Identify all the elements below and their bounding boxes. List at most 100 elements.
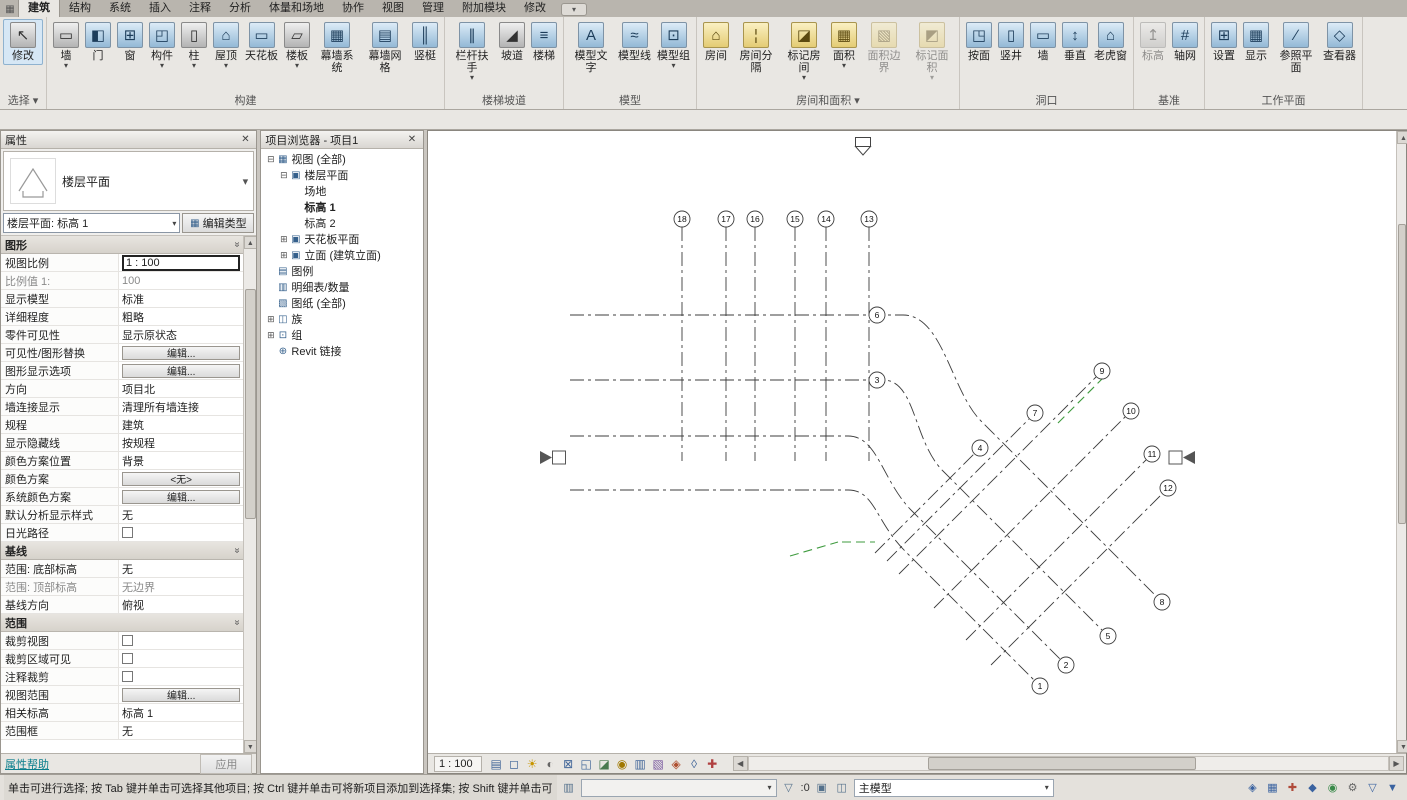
temporary-view-properties-icon[interactable]: ▧ [650,755,667,772]
checkbox[interactable] [122,653,133,664]
property-value[interactable]: 按规程 [119,434,243,451]
ribbon-button-4-3[interactable]: ▦面积▾ [828,19,860,73]
ribbon-button-5-4[interactable]: ⌂老虎窗 [1091,19,1130,65]
property-section-header[interactable]: 范围« [1,614,243,632]
edit-button[interactable]: 编辑... [122,490,240,504]
value-input[interactable]: 1 : 100 [122,255,240,271]
ribbon-group-label[interactable]: 选择 ▾ [1,94,45,109]
dropdown-arrow-icon[interactable]: ▾ [295,62,299,70]
property-value[interactable]: 无边界 [119,578,243,595]
property-section-header[interactable]: 图形« [1,236,243,254]
ribbon-button-7-3[interactable]: ◇查看器 [1320,19,1359,65]
property-value[interactable]: 标准 [119,290,243,307]
ribbon-button-1-10[interactable]: ║竖梃 [409,19,441,65]
dropdown-arrow-icon[interactable]: ▾ [802,74,806,82]
dropdown-arrow-icon[interactable]: ▾ [160,62,164,70]
dropdown-arrow-icon[interactable]: ▾ [224,62,228,70]
filter-toggle-icon[interactable]: ▼ [1384,779,1401,796]
ribbon-button-2-2[interactable]: ≡楼梯 [528,19,560,65]
scrollbar-thumb[interactable] [245,289,256,519]
ribbon-button-4-1[interactable]: ¦房间分隔 [732,19,780,77]
tree-item-2[interactable]: 场地 [261,183,423,199]
displacement-sets-icon[interactable]: ◊ [686,755,703,772]
property-value[interactable] [119,524,243,541]
reference-plane-line[interactable] [790,542,838,556]
left-elevation-marker[interactable] [540,451,566,464]
scrollbar-thumb[interactable] [1398,224,1406,524]
ribbon-button-1-7[interactable]: ▱楼板▾ [281,19,313,73]
tree-item-7[interactable]: ▤图例 [261,263,423,279]
property-value[interactable] [119,668,243,685]
workset-combo[interactable]: ▾ [581,779,777,797]
ribbon-button-1-6[interactable]: ▭天花板 [242,19,281,65]
ribbon-button-1-3[interactable]: ◰构件▾ [146,19,178,73]
reference-plane-line[interactable] [1058,377,1104,423]
scroll-left-arrow-icon[interactable]: ◀ [733,756,748,771]
scrollbar-thumb[interactable] [928,757,1197,770]
tree-item-9[interactable]: ▧图纸 (全部) [261,295,423,311]
type-selector[interactable]: 楼层平面 ▾ [3,151,254,211]
ribbon-tab-3[interactable]: 系统 [100,0,140,17]
edit-type-button[interactable]: ▦ 编辑类型 [182,213,254,233]
scrollbar-track[interactable] [748,756,1389,771]
properties-scrollbar[interactable]: ▲ ▼ [243,236,256,753]
expand-icon[interactable]: ⊞ [265,330,276,341]
background-processes-icon[interactable]: ⚙ [1344,779,1361,796]
expand-icon[interactable]: ⊞ [265,314,276,325]
app-menu-icon[interactable]: ▦ [2,2,18,17]
property-value[interactable]: 清理所有墙连接 [119,398,243,415]
property-value[interactable] [119,632,243,649]
dropdown-arrow-icon[interactable]: ▾ [192,62,196,70]
grid-line-diagonal[interactable] [887,419,1029,561]
ribbon-tab-5[interactable]: 注释 [180,0,220,17]
grid-line-diagonal[interactable] [934,417,1125,608]
property-value[interactable]: 显示原状态 [119,326,243,343]
property-value[interactable]: 粗略 [119,308,243,325]
select-underlay-icon[interactable]: ▦ [1264,779,1281,796]
collapse-icon[interactable]: ⊟ [278,170,289,181]
ribbon-button-3-2[interactable]: ⊡模型组▾ [654,19,693,73]
ribbon-tab-7[interactable]: 体量和场地 [260,0,333,17]
edit-button[interactable]: 编辑... [122,346,240,360]
crop-view-icon[interactable]: ⊠ [560,755,577,772]
ribbon-button-5-1[interactable]: ▯竖井 [995,19,1027,65]
checkbox[interactable] [122,527,133,538]
property-value[interactable]: 100 [119,272,243,289]
select-by-face-icon[interactable]: ◆ [1304,779,1321,796]
scale-button[interactable]: 1 : 100 [434,756,482,772]
filter-icon[interactable]: ▽ [781,781,797,794]
property-value[interactable]: 标高 1 [119,704,243,721]
ribbon-tab-1[interactable]: 建筑 [18,0,60,17]
sun-path-icon[interactable]: ☀ [524,755,541,772]
ribbon-button-1-2[interactable]: ⊞窗 [114,19,146,65]
ribbon-button-1-8[interactable]: ▦幕墙系统 [313,19,361,77]
collapse-chevron-icon[interactable]: « [231,242,242,248]
property-value[interactable]: 项目北 [119,380,243,397]
ribbon-button-1-1[interactable]: ◧门 [82,19,114,65]
property-value[interactable]: 编辑... [119,344,243,361]
hide-analytical-model-icon[interactable]: ◈ [668,755,685,772]
properties-help-link[interactable]: 属性帮助 [5,756,49,772]
ribbon-group-label[interactable]: 房间和面积 ▾ [698,94,958,109]
tree-item-10[interactable]: ⊞◫族 [261,311,423,327]
ribbon-button-5-2[interactable]: ▭墙 [1027,19,1059,65]
grid-line-curved[interactable] [570,490,1034,680]
tree-item-0[interactable]: ⊟▦视图 (全部) [261,151,423,167]
expand-icon[interactable]: ⊞ [278,250,289,261]
property-value[interactable]: <无> [119,470,243,487]
collapse-chevron-icon[interactable]: « [231,548,242,554]
ribbon-tab-4[interactable]: 插入 [140,0,180,17]
property-value[interactable]: 无 [119,506,243,523]
checkbox[interactable] [122,671,133,682]
dropdown-arrow-icon[interactable]: ▾ [930,74,934,82]
ribbon-button-1-9[interactable]: ▤幕墙网格 [361,19,409,77]
property-value[interactable]: 背景 [119,452,243,469]
property-value[interactable]: 无 [119,560,243,577]
property-value[interactable]: 无 [119,722,243,739]
ribbon-option-widget[interactable]: ▾ [561,3,587,16]
design-option-combo[interactable]: 主模型 ▾ [854,779,1054,797]
grid-line-curved[interactable] [570,315,1156,596]
filter-count-icon[interactable]: ▽ [1364,779,1381,796]
ribbon-button-4-5[interactable]: ◩标记面积▾ [908,19,956,85]
ribbon-tab-9[interactable]: 视图 [373,0,413,17]
